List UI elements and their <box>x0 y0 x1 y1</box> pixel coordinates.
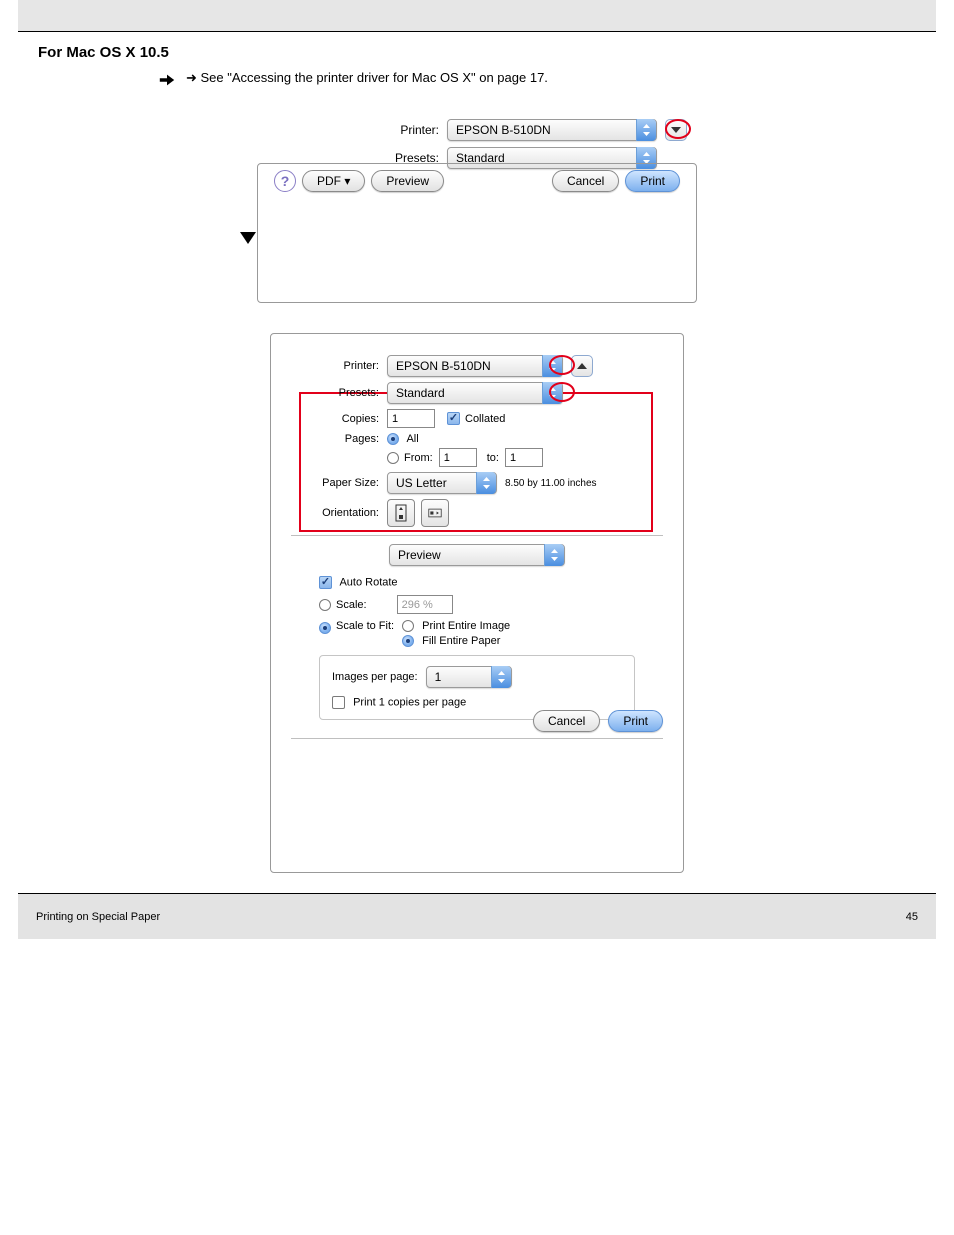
print-button-2[interactable]: Print <box>608 710 663 732</box>
updown-icon <box>636 119 656 141</box>
updown-icon <box>476 472 496 494</box>
document-topbar <box>18 0 936 32</box>
images-per-page-select[interactable]: 1 <box>426 666 512 688</box>
pages-all-radio[interactable] <box>387 433 399 445</box>
scale-input[interactable]: 296 % <box>397 595 453 614</box>
scale-to-fit-radio[interactable] <box>319 622 331 634</box>
papersize-dims: 8.50 by 11.00 inches <box>505 478 597 489</box>
copies-input[interactable]: 1 <box>387 409 435 428</box>
printer-select[interactable]: EPSON B-510DN <box>447 119 657 141</box>
print-dialog-collapsed: ? PDF ▾ Preview Cancel Print <box>257 163 697 303</box>
cancel-button[interactable]: Cancel <box>552 170 619 192</box>
scale-to-fit-label: Scale to Fit: <box>336 620 394 647</box>
print-copies-per-page-checkbox[interactable] <box>332 696 345 709</box>
section-heading: For Mac OS X 10.5 <box>38 44 926 61</box>
papersize-value: US Letter <box>396 476 447 490</box>
print-button-2-label: Print <box>623 714 648 728</box>
updown-icon <box>542 382 562 404</box>
section-select-value: Preview <box>398 548 441 562</box>
images-per-page-value: 1 <box>435 670 442 684</box>
see-reference: ➜ See "Accessing the printer driver for … <box>186 69 548 87</box>
pdf-button-label: PDF ▾ <box>317 174 350 188</box>
pdf-button[interactable]: PDF ▾ <box>302 170 365 192</box>
pages-all-label: All <box>406 433 418 445</box>
presets-select-2[interactable]: Standard <box>387 382 563 404</box>
pages-to-label: to: <box>487 452 499 464</box>
updown-icon <box>542 355 562 377</box>
updown-icon <box>544 544 564 566</box>
print-copies-per-page-label: Print 1 copies per page <box>353 697 466 709</box>
footer-left: Printing on Special Paper <box>36 911 160 923</box>
footer-right: 45 <box>906 911 918 923</box>
document-footer: Printing on Special Paper 45 <box>18 893 936 939</box>
scale-label: Scale: <box>336 599 367 611</box>
fill-entire-radio[interactable] <box>402 635 414 647</box>
cancel-button-2-label: Cancel <box>548 714 585 728</box>
print-entire-label: Print Entire Image <box>422 620 510 632</box>
images-per-page-label: Images per page: <box>332 671 418 683</box>
print-entire-radio[interactable] <box>402 620 414 632</box>
orientation-label: Orientation: <box>291 507 379 519</box>
pages-from-label: From: <box>404 452 433 464</box>
expand-toggle-button[interactable] <box>665 119 687 141</box>
printer-label: Printer: <box>369 123 439 137</box>
auto-rotate-checkbox[interactable] <box>319 576 332 589</box>
scale-radio[interactable] <box>319 599 331 611</box>
cancel-button-label: Cancel <box>567 174 604 188</box>
updown-icon <box>491 666 511 688</box>
pages-from-input[interactable]: 1 <box>439 448 477 467</box>
down-arrow-icon <box>238 228 258 248</box>
presets-select-2-value: Standard <box>396 386 445 400</box>
pages-label: Pages: <box>291 433 379 445</box>
help-button[interactable]: ? <box>274 170 296 192</box>
collated-label: Collated <box>465 413 505 425</box>
pages-to-input[interactable]: 1 <box>505 448 543 467</box>
pages-from-radio[interactable] <box>387 452 399 464</box>
copies-label: Copies: <box>291 413 379 425</box>
fill-entire-label: Fill Entire Paper <box>422 635 500 647</box>
preview-button-label: Preview <box>386 174 429 188</box>
right-arrow-icon <box>158 71 176 89</box>
preview-button[interactable]: Preview <box>371 170 444 192</box>
orientation-landscape-button[interactable] <box>421 499 449 527</box>
papersize-label: Paper Size: <box>291 477 379 489</box>
print-dialog-expanded: Printer: EPSON B-510DN Presets: Standard <box>270 333 684 873</box>
printer-label-2: Printer: <box>291 360 379 372</box>
printer-select-value: EPSON B-510DN <box>456 123 551 137</box>
auto-rotate-label: Auto Rotate <box>339 577 397 589</box>
section-select[interactable]: Preview <box>389 544 565 566</box>
orientation-portrait-button[interactable] <box>387 499 415 527</box>
presets-label-2: Presets: <box>291 387 379 399</box>
collapse-toggle-button[interactable] <box>571 355 593 377</box>
print-button[interactable]: Print <box>625 170 680 192</box>
papersize-select[interactable]: US Letter <box>387 472 497 494</box>
print-button-label: Print <box>640 174 665 188</box>
printer-select-2[interactable]: EPSON B-510DN <box>387 355 563 377</box>
collated-checkbox[interactable] <box>447 412 460 425</box>
cancel-button-2[interactable]: Cancel <box>533 710 600 732</box>
printer-select-2-value: EPSON B-510DN <box>396 359 491 373</box>
